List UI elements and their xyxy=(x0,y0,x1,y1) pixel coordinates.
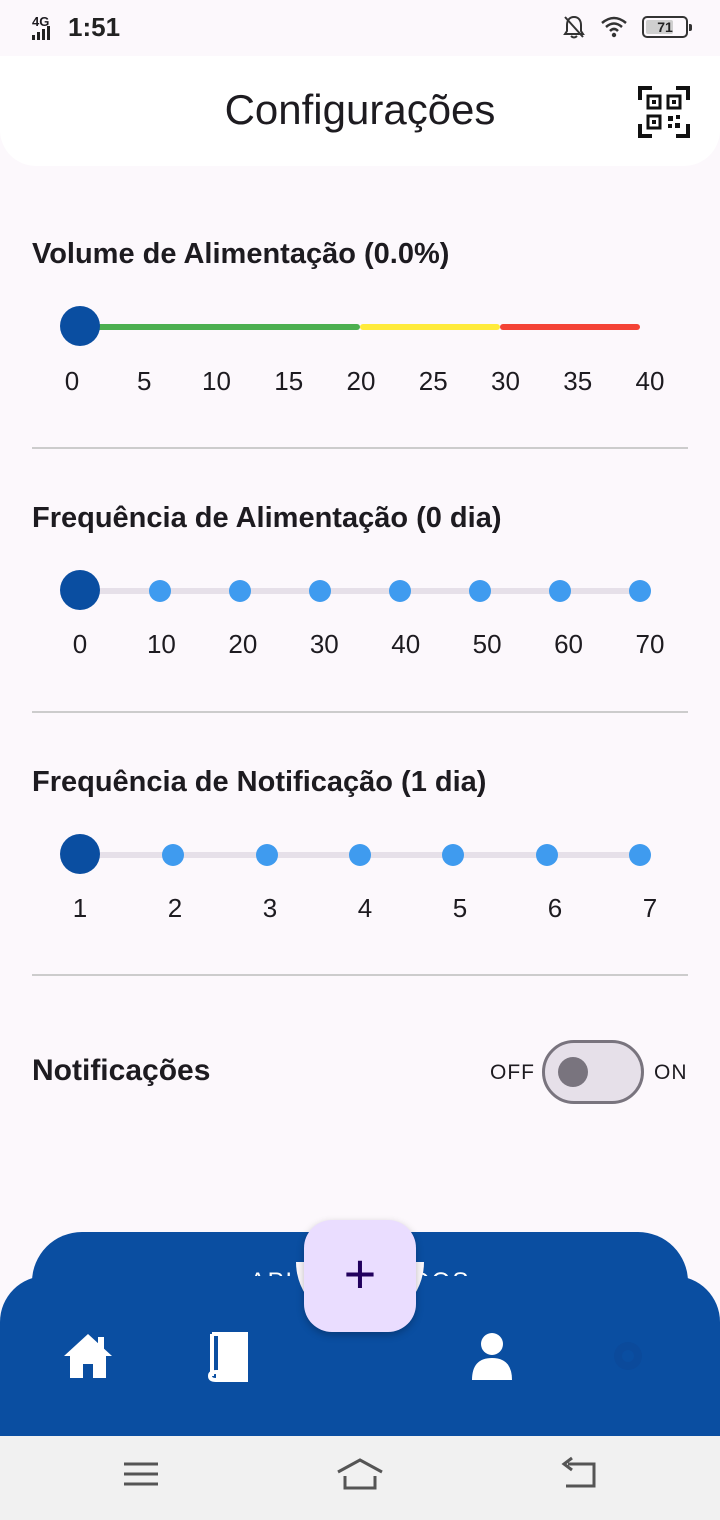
toggle-knob xyxy=(558,1057,588,1087)
feed-frequency-tick-label: 20 xyxy=(228,629,258,659)
volume-zone-track xyxy=(80,324,360,330)
feed-frequency-tick-label: 30 xyxy=(309,629,339,659)
feed-frequency-thumb[interactable] xyxy=(60,570,100,610)
volume-slider[interactable] xyxy=(32,306,688,346)
notification-frequency-tick-label: 7 xyxy=(642,893,658,923)
network-indicator: 4G xyxy=(32,14,62,42)
volume-tick-label: 10 xyxy=(202,366,231,396)
notification-frequency-tick-label: 4 xyxy=(357,893,373,923)
bell-off-icon xyxy=(563,15,585,39)
feed-frequency-step-dot xyxy=(549,580,571,602)
notification-frequency-slider[interactable] xyxy=(32,834,688,874)
feed-frequency-tick-label: 10 xyxy=(146,629,176,659)
wifi-icon xyxy=(601,16,627,38)
volume-zone-track xyxy=(500,324,640,330)
notification-frequency-tick-label: 3 xyxy=(262,893,278,923)
volume-tick-label: 35 xyxy=(563,366,593,396)
feed-frequency-step-dot xyxy=(229,580,251,602)
feed-frequency-title: Frequência de Alimentação (0 dia) xyxy=(32,502,502,534)
notification-frequency-step-dot xyxy=(442,844,465,866)
volume-section: Volume de Alimentação (0.0%) 0 5 10 15 20 25 3… xyxy=(32,238,688,398)
signal-icon xyxy=(32,25,50,40)
notifications-toggle[interactable] xyxy=(542,1040,644,1104)
notification-frequency-tick-labels: 1 2 3 4 5 6 7 xyxy=(32,893,688,927)
volume-tick-label: 25 xyxy=(418,366,448,396)
volume-slider-thumb[interactable] xyxy=(60,306,100,346)
notification-frequency-step-dot xyxy=(255,844,278,866)
feed-frequency-tick-label: 60 xyxy=(554,629,584,659)
feed-frequency-step-dot xyxy=(309,580,331,602)
toggle-on-label: ON xyxy=(654,1061,688,1084)
notification-frequency-tick-label: 2 xyxy=(167,893,183,923)
divider xyxy=(32,974,688,976)
notification-frequency-step-dot xyxy=(162,844,185,866)
app-header: Configurações xyxy=(0,56,720,166)
divider xyxy=(32,447,688,449)
menu-icon[interactable] xyxy=(116,1454,166,1494)
volume-tick-label: 40 xyxy=(635,366,665,396)
feed-frequency-slider[interactable] xyxy=(32,570,688,610)
page-title: Configurações xyxy=(224,86,496,133)
battery-level: 71 xyxy=(657,19,673,35)
qr-code-icon[interactable] xyxy=(638,86,690,138)
notification-frequency-step-dot xyxy=(349,844,371,866)
system-navigation-bar xyxy=(0,1436,720,1520)
volume-tick-label: 20 xyxy=(346,366,376,396)
notification-frequency-step-dot xyxy=(629,844,651,866)
home-button-icon[interactable] xyxy=(335,1454,385,1494)
volume-title: Volume de Alimentação (0.0%) xyxy=(32,238,450,270)
feed-frequency-step-dot xyxy=(469,580,491,602)
volume-zone-track xyxy=(360,324,500,330)
notification-frequency-tick-label: 6 xyxy=(547,893,563,923)
feed-frequency-section: Frequência de Alimentação (0 dia) 0 10 20 3… xyxy=(32,502,688,662)
feed-frequency-step-dot xyxy=(149,580,171,602)
notification-frequency-tick-label: 5 xyxy=(452,893,468,923)
notifications-label: Notificações xyxy=(32,1054,211,1087)
user-icon[interactable] xyxy=(466,1330,518,1382)
notification-frequency-thumb[interactable] xyxy=(60,834,100,874)
feed-frequency-step-dot xyxy=(629,580,651,602)
add-fab-button[interactable]: + xyxy=(304,1220,416,1332)
clock: 1:51 xyxy=(68,12,121,42)
feed-frequency-tick-label: 40 xyxy=(391,629,421,659)
feed-frequency-tick-label: 70 xyxy=(635,629,665,659)
battery-icon: 71 xyxy=(642,16,692,38)
notification-frequency-step-dot xyxy=(535,844,558,866)
home-icon[interactable] xyxy=(62,1330,114,1382)
volume-tick-label: 15 xyxy=(274,366,304,396)
volume-tick-label: 0 xyxy=(64,366,80,396)
feed-frequency-tick-label: 50 xyxy=(472,629,502,659)
feed-frequency-tick-labels: 0 10 20 30 40 50 60 70 xyxy=(32,629,688,663)
toggle-off-label: OFF xyxy=(490,1061,535,1084)
notification-frequency-title: Frequência de Notificação (1 dia) xyxy=(32,766,487,798)
feed-frequency-step-dot xyxy=(389,580,411,602)
notification-frequency-section: Frequência de Notificação (1 dia) 1 2 3 4 5 6… xyxy=(32,766,688,926)
volume-tick-label: 30 xyxy=(491,366,520,396)
status-right: 71 xyxy=(562,14,692,40)
divider xyxy=(32,711,688,713)
settings-icon[interactable] xyxy=(606,1334,650,1378)
book-icon[interactable] xyxy=(202,1330,254,1382)
volume-tick-labels: 0 5 10 15 20 25 30 35 40 xyxy=(32,366,688,400)
notification-frequency-tick-label: 1 xyxy=(72,893,88,923)
status-bar: 4G 1:51 71 xyxy=(0,0,720,56)
back-icon[interactable] xyxy=(554,1454,604,1494)
status-left: 4G 1:51 xyxy=(32,12,120,43)
volume-tick-label: 5 xyxy=(137,366,152,396)
feed-frequency-tick-label: 0 xyxy=(72,629,88,659)
